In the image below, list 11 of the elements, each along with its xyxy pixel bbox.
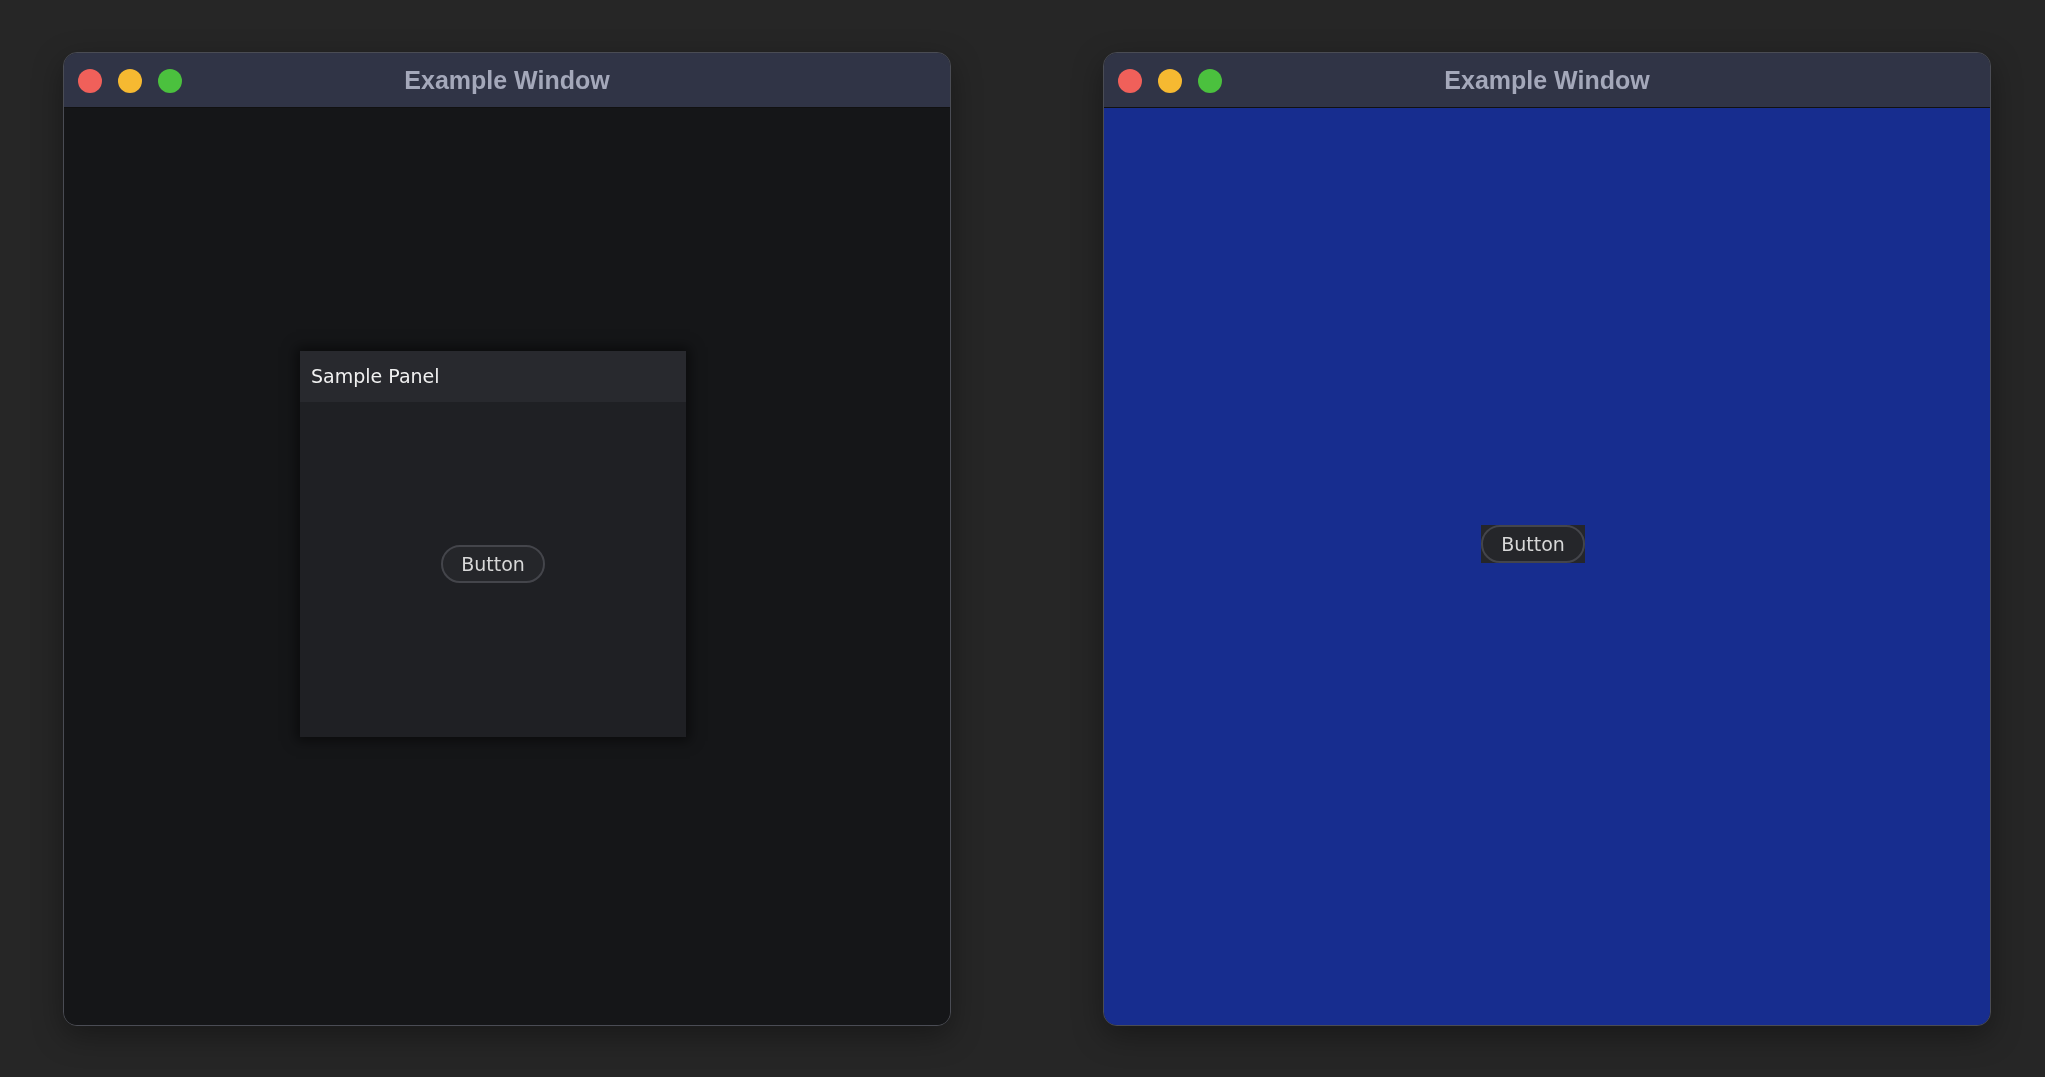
panel-title: Sample Panel [311,365,440,387]
window-title: Example Window [404,65,610,95]
minimize-icon[interactable] [118,69,142,93]
window-title: Example Window [1444,65,1650,95]
panel-button[interactable]: Button [441,545,545,583]
window-button[interactable]: Button [1481,524,1585,563]
zoom-icon[interactable] [158,69,182,93]
zoom-icon[interactable] [1198,69,1222,93]
close-icon[interactable] [78,69,102,93]
close-icon[interactable] [1118,69,1142,93]
minimize-icon[interactable] [1158,69,1182,93]
